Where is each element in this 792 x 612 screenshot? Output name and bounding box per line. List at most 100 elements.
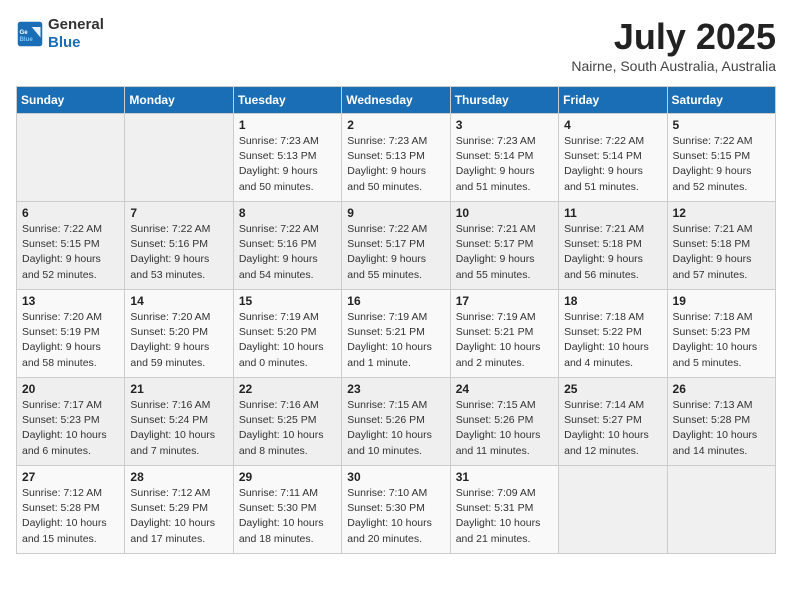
day-number: 24 <box>456 382 553 396</box>
calendar-day-cell: 30 Sunrise: 7:10 AM Sunset: 5:30 PM Dayli… <box>342 466 450 554</box>
calendar-day-cell: 18 Sunrise: 7:18 AM Sunset: 5:22 PM Dayli… <box>559 290 667 378</box>
location-title: Nairne, South Australia, Australia <box>571 58 776 74</box>
calendar-day-cell: 9 Sunrise: 7:22 AM Sunset: 5:17 PM Daylig… <box>342 202 450 290</box>
day-number: 31 <box>456 470 553 484</box>
day-number: 18 <box>564 294 661 308</box>
day-number: 12 <box>673 206 770 220</box>
calendar-day-cell: 24 Sunrise: 7:15 AM Sunset: 5:26 PM Dayli… <box>450 378 558 466</box>
title-block: July 2025 Nairne, South Australia, Austr… <box>571 16 776 74</box>
day-number: 26 <box>673 382 770 396</box>
day-info: Sunrise: 7:20 AM Sunset: 5:19 PM Dayligh… <box>22 310 119 371</box>
calendar-day-cell: 3Sunrise: 7:23 AM Sunset: 5:14 PM Daylig… <box>450 114 558 202</box>
day-number: 19 <box>673 294 770 308</box>
day-info: Sunrise: 7:10 AM Sunset: 5:30 PM Dayligh… <box>347 486 444 547</box>
day-info: Sunrise: 7:18 AM Sunset: 5:22 PM Dayligh… <box>564 310 661 371</box>
day-number: 28 <box>130 470 227 484</box>
day-number: 21 <box>130 382 227 396</box>
day-info: Sunrise: 7:22 AM Sunset: 5:17 PM Dayligh… <box>347 222 444 283</box>
day-info: Sunrise: 7:22 AM Sunset: 5:16 PM Dayligh… <box>239 222 336 283</box>
day-info: Sunrise: 7:22 AM Sunset: 5:16 PM Dayligh… <box>130 222 227 283</box>
day-of-week-header: Saturday <box>667 87 775 114</box>
day-info: Sunrise: 7:21 AM Sunset: 5:17 PM Dayligh… <box>456 222 553 283</box>
calendar-day-cell <box>17 114 125 202</box>
day-number: 7 <box>130 206 227 220</box>
calendar-day-cell: 23 Sunrise: 7:15 AM Sunset: 5:26 PM Dayli… <box>342 378 450 466</box>
day-number: 20 <box>22 382 119 396</box>
day-number: 2 <box>347 118 444 132</box>
day-info: Sunrise: 7:12 AM Sunset: 5:28 PM Dayligh… <box>22 486 119 547</box>
day-info: Sunrise: 7:16 AM Sunset: 5:24 PM Dayligh… <box>130 398 227 459</box>
calendar-day-cell: 14Sunrise: 7:20 AM Sunset: 5:20 PM Dayli… <box>125 290 233 378</box>
day-info: Sunrise: 7:18 AM Sunset: 5:23 PM Dayligh… <box>673 310 770 371</box>
calendar-day-cell: 6Sunrise: 7:22 AM Sunset: 5:15 PM Daylig… <box>17 202 125 290</box>
calendar-day-cell <box>125 114 233 202</box>
svg-text:Ge: Ge <box>20 29 29 36</box>
calendar-table: SundayMondayTuesdayWednesdayThursdayFrid… <box>16 86 776 554</box>
svg-text:Blue: Blue <box>20 36 34 43</box>
day-number: 23 <box>347 382 444 396</box>
page-header: Ge Blue General Blue July 2025 Nairne, S… <box>16 16 776 74</box>
day-info: Sunrise: 7:22 AM Sunset: 5:14 PM Dayligh… <box>564 134 661 195</box>
header-row: SundayMondayTuesdayWednesdayThursdayFrid… <box>17 87 776 114</box>
day-info: Sunrise: 7:15 AM Sunset: 5:26 PM Dayligh… <box>347 398 444 459</box>
day-number: 30 <box>347 470 444 484</box>
day-info: Sunrise: 7:11 AM Sunset: 5:30 PM Dayligh… <box>239 486 336 547</box>
day-number: 14 <box>130 294 227 308</box>
calendar-day-cell: 17Sunrise: 7:19 AM Sunset: 5:21 PM Dayli… <box>450 290 558 378</box>
day-number: 4 <box>564 118 661 132</box>
calendar-day-cell: 27 Sunrise: 7:12 AM Sunset: 5:28 PM Dayli… <box>17 466 125 554</box>
day-of-week-header: Sunday <box>17 87 125 114</box>
day-of-week-header: Thursday <box>450 87 558 114</box>
day-number: 1 <box>239 118 336 132</box>
calendar-day-cell: 20 Sunrise: 7:17 AM Sunset: 5:23 PM Dayli… <box>17 378 125 466</box>
day-info: Sunrise: 7:16 AM Sunset: 5:25 PM Dayligh… <box>239 398 336 459</box>
day-info: Sunrise: 7:19 AM Sunset: 5:21 PM Dayligh… <box>347 310 444 371</box>
day-info: Sunrise: 7:13 AM Sunset: 5:28 PM Dayligh… <box>673 398 770 459</box>
day-info: Sunrise: 7:09 AM Sunset: 5:31 PM Dayligh… <box>456 486 553 547</box>
day-number: 17 <box>456 294 553 308</box>
day-info: Sunrise: 7:22 AM Sunset: 5:15 PM Dayligh… <box>673 134 770 195</box>
day-number: 25 <box>564 382 661 396</box>
day-number: 29 <box>239 470 336 484</box>
calendar-week-row: 27 Sunrise: 7:12 AM Sunset: 5:28 PM Dayli… <box>17 466 776 554</box>
day-number: 16 <box>347 294 444 308</box>
calendar-header: SundayMondayTuesdayWednesdayThursdayFrid… <box>17 87 776 114</box>
calendar-day-cell: 4 Sunrise: 7:22 AM Sunset: 5:14 PM Daylig… <box>559 114 667 202</box>
day-number: 22 <box>239 382 336 396</box>
day-number: 5 <box>673 118 770 132</box>
day-number: 9 <box>347 206 444 220</box>
calendar-body: 1 Sunrise: 7:23 AM Sunset: 5:13 PM Daylig… <box>17 114 776 554</box>
day-number: 3 <box>456 118 553 132</box>
day-info: Sunrise: 7:22 AM Sunset: 5:15 PM Dayligh… <box>22 222 119 283</box>
logo-icon: Ge Blue <box>16 20 44 48</box>
month-year-title: July 2025 <box>571 16 776 58</box>
calendar-day-cell: 31 Sunrise: 7:09 AM Sunset: 5:31 PM Dayli… <box>450 466 558 554</box>
day-number: 10 <box>456 206 553 220</box>
calendar-day-cell: 5 Sunrise: 7:22 AM Sunset: 5:15 PM Daylig… <box>667 114 775 202</box>
calendar-day-cell: 1 Sunrise: 7:23 AM Sunset: 5:13 PM Daylig… <box>233 114 341 202</box>
day-of-week-header: Friday <box>559 87 667 114</box>
day-info: Sunrise: 7:19 AM Sunset: 5:20 PM Dayligh… <box>239 310 336 371</box>
calendar-day-cell: 21 Sunrise: 7:16 AM Sunset: 5:24 PM Dayli… <box>125 378 233 466</box>
calendar-day-cell: 28 Sunrise: 7:12 AM Sunset: 5:29 PM Dayli… <box>125 466 233 554</box>
calendar-day-cell <box>667 466 775 554</box>
calendar-week-row: 13Sunrise: 7:20 AM Sunset: 5:19 PM Dayli… <box>17 290 776 378</box>
calendar-day-cell: 25Sunrise: 7:14 AM Sunset: 5:27 PM Dayli… <box>559 378 667 466</box>
day-info: Sunrise: 7:15 AM Sunset: 5:26 PM Dayligh… <box>456 398 553 459</box>
day-of-week-header: Monday <box>125 87 233 114</box>
calendar-day-cell: 15Sunrise: 7:19 AM Sunset: 5:20 PM Dayli… <box>233 290 341 378</box>
day-info: Sunrise: 7:23 AM Sunset: 5:13 PM Dayligh… <box>239 134 336 195</box>
day-of-week-header: Tuesday <box>233 87 341 114</box>
calendar-day-cell: 11Sunrise: 7:21 AM Sunset: 5:18 PM Dayli… <box>559 202 667 290</box>
calendar-day-cell: 22 Sunrise: 7:16 AM Sunset: 5:25 PM Dayli… <box>233 378 341 466</box>
calendar-day-cell: 8Sunrise: 7:22 AM Sunset: 5:16 PM Daylig… <box>233 202 341 290</box>
calendar-day-cell: 13Sunrise: 7:20 AM Sunset: 5:19 PM Dayli… <box>17 290 125 378</box>
calendar-day-cell: 7 Sunrise: 7:22 AM Sunset: 5:16 PM Daylig… <box>125 202 233 290</box>
calendar-week-row: 6Sunrise: 7:22 AM Sunset: 5:15 PM Daylig… <box>17 202 776 290</box>
day-info: Sunrise: 7:21 AM Sunset: 5:18 PM Dayligh… <box>564 222 661 283</box>
day-info: Sunrise: 7:17 AM Sunset: 5:23 PM Dayligh… <box>22 398 119 459</box>
day-number: 27 <box>22 470 119 484</box>
day-info: Sunrise: 7:12 AM Sunset: 5:29 PM Dayligh… <box>130 486 227 547</box>
logo-text: General Blue <box>48 16 104 52</box>
calendar-week-row: 1 Sunrise: 7:23 AM Sunset: 5:13 PM Daylig… <box>17 114 776 202</box>
